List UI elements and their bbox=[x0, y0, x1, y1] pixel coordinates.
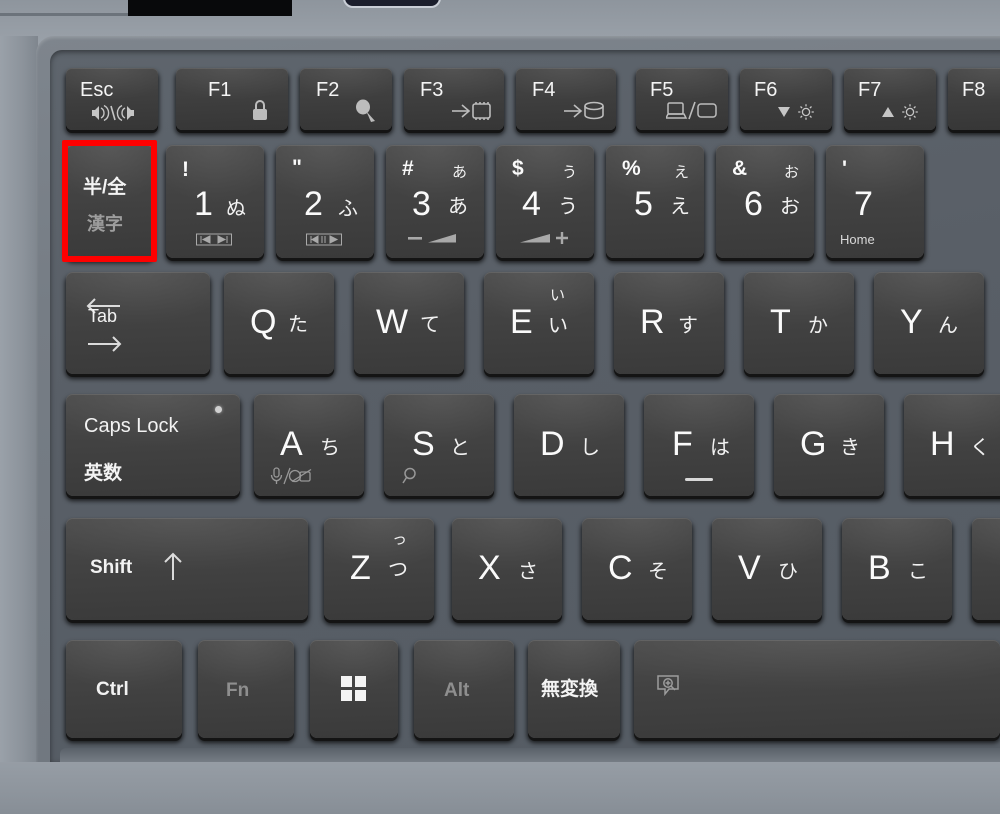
volume-down-icon bbox=[408, 231, 460, 245]
speaker-mute-icon bbox=[90, 104, 136, 122]
key-d[interactable]: D し bbox=[514, 394, 624, 496]
key-3[interactable]: # 3 あ あ bbox=[386, 145, 484, 258]
keyboard-photo: Esc F1 F2 F3 F4 F5 F6 F7 F8 半/全 漢字 ! 1 ぬ… bbox=[0, 0, 1000, 814]
disk-eject-icon bbox=[562, 100, 606, 122]
key-f1[interactable]: F1 bbox=[176, 68, 288, 130]
key-v[interactable]: V ひ bbox=[712, 518, 822, 620]
key-c[interactable]: C そ bbox=[582, 518, 692, 620]
key-s[interactable]: S と bbox=[384, 394, 494, 496]
power-button[interactable] bbox=[343, 0, 441, 8]
key-x[interactable]: X さ bbox=[452, 518, 562, 620]
key-muhenkan[interactable]: 無変換 bbox=[528, 640, 620, 738]
palmrest bbox=[0, 762, 1000, 814]
key-f3[interactable]: F3 bbox=[404, 68, 504, 130]
display-switch-icon bbox=[666, 100, 718, 122]
key-b[interactable]: B こ bbox=[842, 518, 952, 620]
key-esc[interactable]: Esc bbox=[66, 68, 158, 130]
key-f8[interactable]: F8 bbox=[948, 68, 1000, 130]
hinge-edge bbox=[0, 13, 128, 16]
key-f4[interactable]: F4 bbox=[516, 68, 616, 130]
key-f[interactable]: F は bbox=[644, 394, 754, 496]
homing-bar-icon bbox=[685, 478, 713, 481]
key-a[interactable]: A ち bbox=[254, 394, 364, 496]
key-5[interactable]: % 5 え え bbox=[606, 145, 704, 258]
caps-led-icon bbox=[215, 406, 222, 413]
key-w[interactable]: W て bbox=[354, 272, 464, 374]
key-4[interactable]: $ 4 う う bbox=[496, 145, 594, 258]
brightness-down-icon bbox=[776, 102, 822, 122]
key-f7[interactable]: F7 bbox=[844, 68, 936, 130]
key-z[interactable]: Z っ つ bbox=[324, 518, 434, 620]
key-y[interactable]: Y ん bbox=[874, 272, 984, 374]
key-6[interactable]: & 6 お お bbox=[716, 145, 814, 258]
key-1[interactable]: ! 1 ぬ bbox=[166, 145, 264, 258]
key-2[interactable]: " 2 ふ bbox=[276, 145, 374, 258]
key-e[interactable]: E い い bbox=[484, 272, 594, 374]
mouse-pointer-icon bbox=[354, 98, 378, 124]
key-g[interactable]: G き bbox=[774, 394, 884, 496]
volume-up-icon bbox=[518, 229, 574, 247]
zoom-in-box-icon bbox=[656, 674, 682, 700]
key-ctrl[interactable]: Ctrl bbox=[66, 640, 182, 738]
palmrest-rail bbox=[60, 748, 1000, 762]
chassis-left-face bbox=[0, 36, 38, 776]
media-play-icon bbox=[306, 233, 342, 246]
key-windows[interactable] bbox=[310, 640, 398, 738]
brightness-up-icon bbox=[880, 102, 926, 122]
key-q[interactable]: Q た bbox=[224, 272, 334, 374]
media-prev-icon bbox=[196, 233, 232, 246]
key-7[interactable]: ' 7 Home bbox=[826, 145, 924, 258]
key-hankaku-zenkaku[interactable]: 半/全 漢字 bbox=[66, 145, 154, 258]
key-h[interactable]: H く bbox=[904, 394, 1000, 496]
key-tab[interactable]: Tab bbox=[66, 272, 210, 374]
hinge-black-strip bbox=[128, 0, 292, 16]
key-space[interactable] bbox=[634, 640, 1000, 738]
windows-logo-icon bbox=[341, 676, 367, 702]
key-t[interactable]: T か bbox=[744, 272, 854, 374]
magnifier-icon bbox=[402, 466, 422, 486]
chip-eject-icon bbox=[450, 100, 494, 122]
key-fn[interactable]: Fn bbox=[198, 640, 294, 738]
mic-mute-icon bbox=[270, 466, 316, 486]
key-f2[interactable]: F2 bbox=[300, 68, 392, 130]
key-alt-left[interactable]: Alt bbox=[414, 640, 514, 738]
lock-icon bbox=[250, 98, 270, 122]
key-n[interactable] bbox=[972, 518, 1000, 620]
key-r[interactable]: R す bbox=[614, 272, 724, 374]
key-f5[interactable]: F5 bbox=[636, 68, 728, 130]
key-shift-left[interactable]: Shift bbox=[66, 518, 308, 620]
key-caps-lock[interactable]: Caps Lock 英数 bbox=[66, 394, 240, 496]
arrow-up-icon bbox=[162, 551, 184, 581]
key-f6[interactable]: F6 bbox=[740, 68, 832, 130]
